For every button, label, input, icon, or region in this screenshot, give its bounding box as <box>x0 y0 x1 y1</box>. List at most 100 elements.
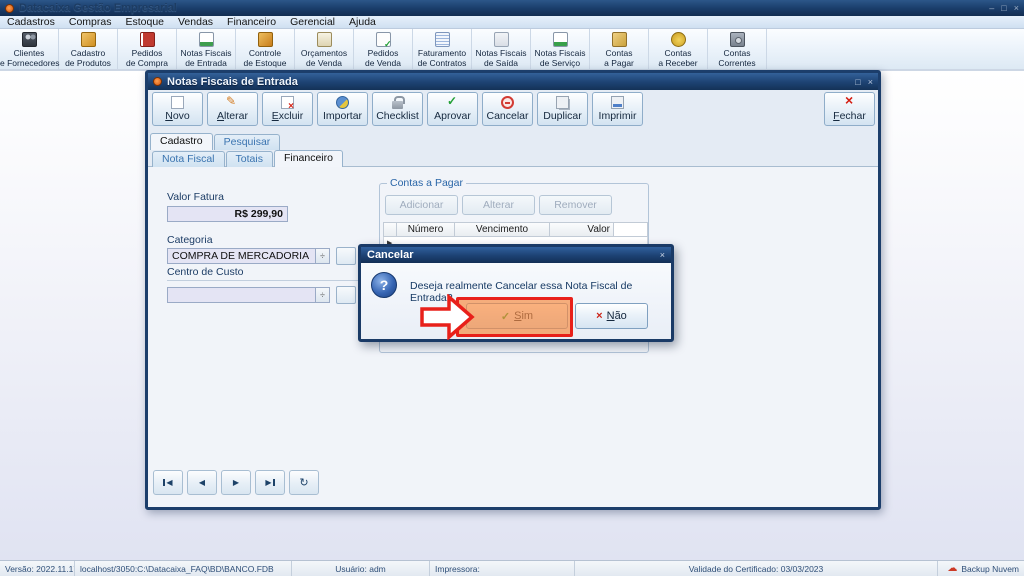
centro-custo-add-button[interactable] <box>336 286 356 304</box>
toolbar-label: de Compra <box>118 59 176 69</box>
status-certificate: Validade do Certificado: 03/03/2023 <box>575 561 938 576</box>
valor-fatura-field[interactable]: R$ 299,90 <box>167 206 288 222</box>
importar-button[interactable]: Importar <box>317 92 368 126</box>
sales-quotes-icon <box>317 32 332 47</box>
application-window: Datacaixa Gestão Empresarial – □ × Cadas… <box>0 0 1024 576</box>
toolbar-button-notas-entrada[interactable]: Notas Fiscais de Entrada <box>177 29 236 69</box>
products-icon <box>81 32 96 47</box>
annotation-arrow-icon <box>420 294 476 340</box>
status-version: Versão: 2022.11.17 <box>0 561 75 576</box>
menu-compras[interactable]: Compras <box>62 16 119 29</box>
service-invoices-icon <box>553 32 568 47</box>
dropdown-icon[interactable] <box>315 249 329 263</box>
toolbar-button-clientes-fornecedores[interactable]: Clientes e Fornecedores <box>0 29 59 69</box>
next-record-icon <box>233 478 239 487</box>
fechar-button[interactable]: Fechar <box>824 92 875 126</box>
toolbar-label: de Produtos <box>59 59 117 69</box>
toolbar-button-controle-estoque[interactable]: Controle de Estoque <box>236 29 295 69</box>
excluir-button[interactable]: Excluir <box>262 92 313 126</box>
nav-last-button[interactable] <box>255 470 285 495</box>
status-bar: Versão: 2022.11.17 localhost/3050:C:\Dat… <box>0 560 1024 576</box>
button-label: Aprovar <box>434 110 471 122</box>
new-document-icon <box>171 96 184 109</box>
menu-estoque[interactable]: Estoque <box>118 16 171 29</box>
nav-next-button[interactable] <box>221 470 251 495</box>
tab-nota-fiscal[interactable]: Nota Fiscal <box>152 151 225 167</box>
aprovar-button[interactable]: Aprovar <box>427 92 478 126</box>
toolbar-button-notas-saida[interactable]: Notas Fiscais de Saída <box>472 29 531 69</box>
remover-button[interactable]: Remover <box>539 195 612 215</box>
contract-billing-icon <box>435 32 450 47</box>
imprimir-button[interactable]: Imprimir <box>592 92 643 126</box>
toolbar-button-pedidos-compra[interactable]: Pedidos de Compra <box>118 29 177 69</box>
novo-button[interactable]: Novo <box>152 92 203 126</box>
stock-control-icon <box>258 32 273 47</box>
valor-fatura-label: Valor Fatura <box>167 191 224 203</box>
toolbar-label: a Pagar <box>590 59 648 69</box>
toolbar-button-notas-servico[interactable]: Notas Fiscais de Serviço <box>531 29 590 69</box>
maximize-icon[interactable]: □ <box>855 77 860 87</box>
sub-tab-strip: Nota Fiscal Totais Financeiro <box>152 150 344 167</box>
categoria-combobox[interactable]: COMPRA DE MERCADORIA <box>167 248 330 264</box>
status-backup[interactable]: ☁ Backup Nuvem <box>938 561 1024 576</box>
close-icon[interactable]: × <box>660 250 665 260</box>
approve-check-icon <box>446 96 459 109</box>
tab-pesquisar[interactable]: Pesquisar <box>214 134 281 150</box>
nao-button[interactable]: × Não <box>575 303 648 329</box>
checklist-button[interactable]: Checklist <box>372 92 423 126</box>
menu-financeiro[interactable]: Financeiro <box>220 16 283 29</box>
button-label: Checklist <box>376 110 419 122</box>
column-header-vencimento[interactable]: Vencimento <box>455 222 550 237</box>
toolbar-label: de Contratos <box>413 59 471 69</box>
column-header-valor[interactable]: Valor <box>550 222 614 237</box>
toolbar-button-pedidos-venda[interactable]: Pedidos de Venda <box>354 29 413 69</box>
toolbar-button-cadastro-produtos[interactable]: Cadastro de Produtos <box>59 29 118 69</box>
duplicar-button[interactable]: Duplicar <box>537 92 588 126</box>
cancelar-button[interactable]: Cancelar <box>482 92 533 126</box>
minimize-icon[interactable]: – <box>989 0 994 16</box>
tab-financeiro[interactable]: Financeiro <box>274 150 343 167</box>
alterar-button[interactable]: Alterar <box>207 92 258 126</box>
categoria-value: COMPRA DE MERCADORIA <box>168 249 315 263</box>
backup-label: Backup Nuvem <box>961 564 1019 574</box>
last-record-icon <box>265 478 274 487</box>
purchase-orders-icon <box>140 32 155 47</box>
tab-cadastro[interactable]: Cadastro <box>150 133 213 150</box>
window-title: Notas Fiscais de Entrada <box>167 76 848 88</box>
toolbar-button-orcamentos-venda[interactable]: Orçamentos de Venda <box>295 29 354 69</box>
restore-icon[interactable]: □ <box>1001 0 1006 16</box>
first-record-icon <box>163 478 172 487</box>
menu-ajuda[interactable]: Ajuda <box>342 16 383 29</box>
alterar-parcela-button[interactable]: Alterar <box>462 195 535 215</box>
column-header-numero[interactable]: Número <box>397 222 455 237</box>
toolbar-button-contas-correntes[interactable]: Contas Correntes <box>708 29 767 69</box>
question-icon: ? <box>371 272 397 298</box>
prior-record-icon <box>199 478 205 487</box>
dropdown-icon[interactable] <box>315 288 329 302</box>
menu-cadastros[interactable]: Cadastros <box>0 16 62 29</box>
nav-prior-button[interactable] <box>187 470 217 495</box>
checking-accounts-icon <box>730 32 745 47</box>
clients-suppliers-icon <box>22 32 37 47</box>
menu-gerencial[interactable]: Gerencial <box>283 16 342 29</box>
checklist-lock-icon <box>391 96 404 109</box>
close-icon[interactable]: × <box>1014 0 1019 16</box>
menu-vendas[interactable]: Vendas <box>171 16 220 29</box>
toolbar-label: de Serviço <box>531 59 589 69</box>
toolbar-button-contas-pagar[interactable]: Contas a Pagar <box>590 29 649 69</box>
nav-refresh-button[interactable] <box>289 470 319 495</box>
toolbar-label: de Estoque <box>236 59 294 69</box>
nav-first-button[interactable] <box>153 470 183 495</box>
centro-custo-combobox[interactable] <box>167 287 330 303</box>
x-icon: × <box>596 310 602 322</box>
toolbar-button-contas-receber[interactable]: Contas a Receber <box>649 29 708 69</box>
adicionar-button[interactable]: Adicionar <box>385 195 458 215</box>
close-icon[interactable]: × <box>868 77 873 87</box>
button-label: Não <box>607 310 627 322</box>
edit-icon <box>226 96 239 109</box>
tab-totais[interactable]: Totais <box>226 151 273 167</box>
receivables-icon <box>671 32 686 47</box>
categoria-add-button[interactable] <box>336 247 356 265</box>
toolbar-button-faturamento-contratos[interactable]: Faturamento de Contratos <box>413 29 472 69</box>
button-label: Importar <box>323 110 362 122</box>
